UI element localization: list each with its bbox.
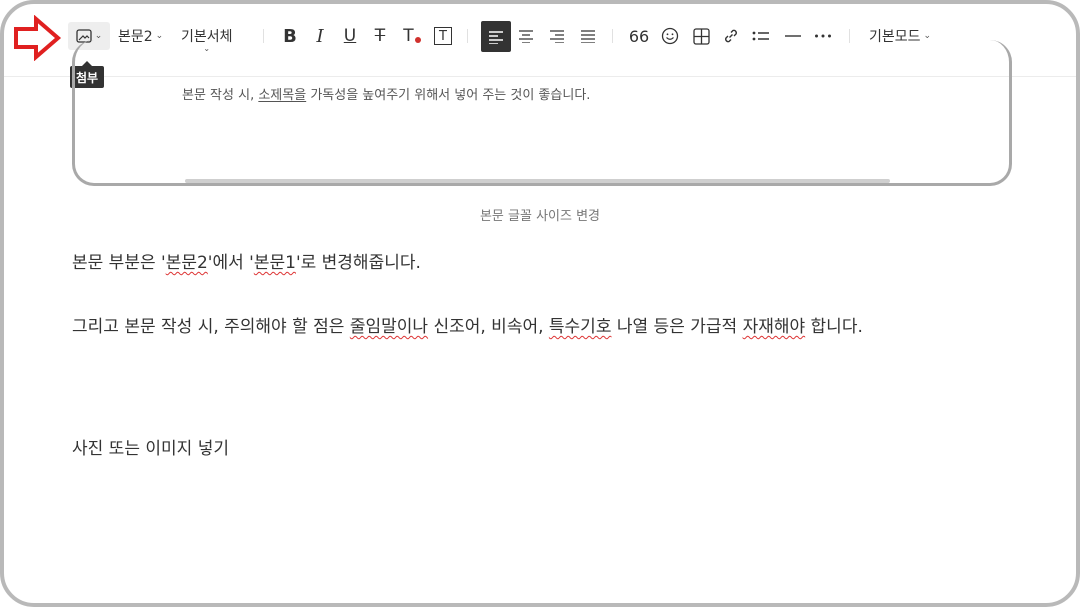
card-text-prefix: 본문 작성 시, xyxy=(182,88,259,103)
para1-text: '에서 ' xyxy=(207,253,254,273)
paragraph-2[interactable]: 그리고 본문 작성 시, 주의해야 할 점은 줄임말이나 신조어, 비속어, 특… xyxy=(72,312,863,337)
para2-spellcheck-word: 특수기호 xyxy=(548,317,612,337)
para2-text: 합니다. xyxy=(805,317,863,337)
image-caption[interactable]: 본문 글꼴 사이즈 변경 xyxy=(0,205,1080,224)
para2-text: 신조어, 비속어, xyxy=(428,317,549,337)
para2-text: 그리고 본문 작성 시, 주의해야 할 점은 xyxy=(72,317,350,337)
card-scrollbar xyxy=(185,179,890,183)
red-arrow-pointer-icon xyxy=(14,15,62,61)
para2-text: 나열 등은 가급적 xyxy=(611,317,743,337)
para2-spellcheck-word: 줄임말이나 xyxy=(349,317,429,337)
para2-spellcheck-word: 자재해야 xyxy=(742,317,806,337)
paragraph-3[interactable]: 사진 또는 이미지 넣기 xyxy=(72,434,229,459)
para1-spellcheck-word: 본문2 xyxy=(165,253,208,273)
more-dots-icon xyxy=(815,34,831,38)
card-text: 본문 작성 시, 소제목을 가독성을 높여주기 위해서 넣어 주는 것이 좋습니… xyxy=(182,84,590,103)
embedded-image-card[interactable] xyxy=(72,40,1012,186)
para1-spellcheck-word: 본문1 xyxy=(253,253,296,273)
para1-text: '로 변경해줍니다. xyxy=(295,253,421,273)
card-text-suffix: 가독성을 높여주기 위해서 넣어 주는 것이 좋습니다. xyxy=(306,88,591,103)
card-text-underlined: 소제목을 xyxy=(258,88,307,103)
paragraph-1[interactable]: 본문 부분은 '본문2'에서 '본문1'로 변경해줍니다. xyxy=(72,248,421,273)
para1-text: 본문 부분은 ' xyxy=(72,253,166,273)
horizontal-line-icon xyxy=(785,35,801,37)
